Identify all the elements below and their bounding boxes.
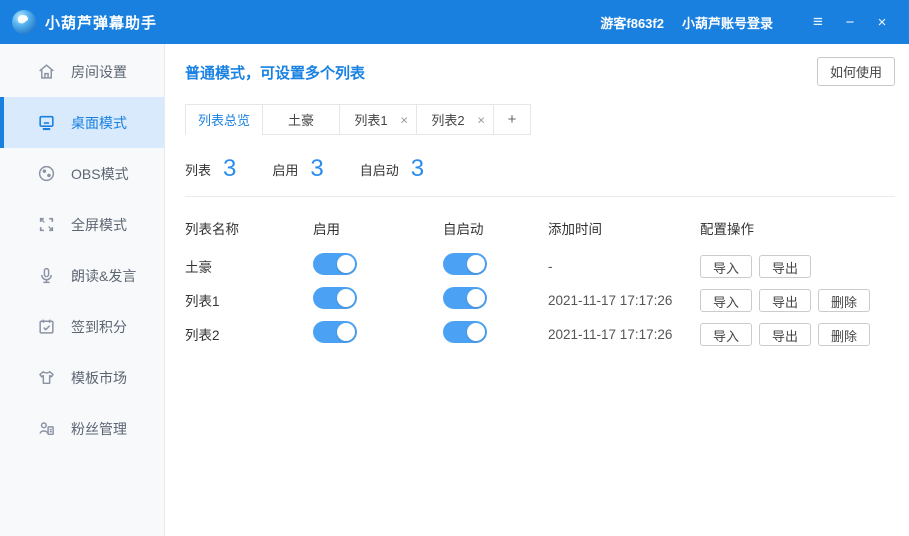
sidebar-item-read-speak[interactable]: 朗读&发言 bbox=[0, 250, 164, 301]
stat-value: 3 bbox=[411, 155, 424, 183]
tab-add-button[interactable]: + bbox=[493, 104, 531, 135]
lists-table: 列表名称 启用 自启动 添加时间 配置操作 土豪 - 导入 导出 bbox=[185, 213, 899, 351]
tab-label: 列表总览 bbox=[198, 110, 250, 129]
content-header: 普通模式，可设置多个列表 如何使用 bbox=[185, 57, 899, 99]
titlebar: 小葫芦弹幕助手 游客f863f2 小葫芦账号登录 ≡ − × bbox=[0, 0, 909, 44]
sidebar-item-checkin-points[interactable]: 签到积分 bbox=[0, 301, 164, 352]
stat-value: 3 bbox=[223, 155, 236, 183]
import-button[interactable]: 导入 bbox=[700, 289, 752, 312]
fans-icon bbox=[37, 419, 56, 438]
added-time: - bbox=[548, 259, 700, 274]
col-header-actions: 配置操作 bbox=[700, 218, 899, 238]
sidebar-item-room-settings[interactable]: 房间设置 bbox=[0, 46, 164, 97]
divider bbox=[185, 196, 895, 197]
added-time: 2021-11-17 17:17:26 bbox=[548, 293, 700, 308]
tab-close-icon[interactable]: × bbox=[400, 113, 408, 126]
add-icon: + bbox=[508, 111, 517, 128]
close-icon[interactable]: × bbox=[869, 9, 895, 35]
autostart-toggle[interactable] bbox=[443, 287, 487, 309]
minimize-icon[interactable]: − bbox=[837, 9, 863, 35]
export-button[interactable]: 导出 bbox=[759, 323, 811, 346]
stats-row: 列表 3 启用 3 自启动 3 bbox=[185, 153, 899, 185]
sidebar-item-template-market[interactable]: 模板市场 bbox=[0, 352, 164, 403]
table-row: 列表2 2021-11-17 17:17:26 导入 导出 删除 bbox=[185, 317, 899, 351]
sidebar-item-label: 全屏模式 bbox=[71, 215, 127, 235]
tab-label: 土豪 bbox=[288, 110, 314, 129]
col-header-autostart: 自启动 bbox=[443, 218, 548, 238]
sidebar-item-obs-mode[interactable]: OBS模式 bbox=[0, 148, 164, 199]
list-name: 列表1 bbox=[185, 290, 313, 310]
tab-label: 列表1 bbox=[354, 110, 387, 129]
col-header-added-time: 添加时间 bbox=[548, 218, 700, 238]
desktop-icon bbox=[37, 113, 56, 132]
home-icon bbox=[37, 62, 56, 81]
app-title: 小葫芦弹幕助手 bbox=[45, 12, 157, 33]
table-row: 列表1 2021-11-17 17:17:26 导入 导出 删除 bbox=[185, 283, 899, 317]
tab-list-overview[interactable]: 列表总览 bbox=[185, 104, 263, 135]
tab-tuhao[interactable]: 土豪 bbox=[262, 104, 340, 135]
tab-list1[interactable]: 列表1 × bbox=[339, 104, 417, 135]
table-header-row: 列表名称 启用 自启动 添加时间 配置操作 bbox=[185, 213, 899, 243]
sidebar-item-label: OBS模式 bbox=[71, 164, 129, 184]
list-name: 列表2 bbox=[185, 324, 313, 344]
table-row: 土豪 - 导入 导出 bbox=[185, 249, 899, 283]
tshirt-icon bbox=[37, 368, 56, 387]
guest-account-label: 游客f863f2 bbox=[600, 13, 664, 32]
app-logo-icon bbox=[12, 10, 36, 34]
app-window: 小葫芦弹幕助手 游客f863f2 小葫芦账号登录 ≡ − × 房间设置 桌面模式 bbox=[0, 0, 909, 536]
sidebar-item-label: 房间设置 bbox=[71, 62, 127, 82]
sidebar-item-label: 签到积分 bbox=[71, 317, 127, 337]
import-button[interactable]: 导入 bbox=[700, 255, 752, 278]
tab-close-icon[interactable]: × bbox=[477, 113, 485, 126]
how-to-use-button[interactable]: 如何使用 bbox=[817, 57, 895, 86]
tab-bar: 列表总览 土豪 列表1 × 列表2 × + bbox=[185, 104, 899, 135]
sidebar: 房间设置 桌面模式 OBS模式 全屏模式 bbox=[0, 44, 165, 536]
col-header-name: 列表名称 bbox=[185, 218, 313, 238]
page-title: 普通模式，可设置多个列表 bbox=[185, 57, 365, 83]
sidebar-item-label: 粉丝管理 bbox=[71, 419, 127, 439]
stat-label: 自启动 bbox=[360, 160, 399, 179]
stat-lists: 列表 3 bbox=[185, 155, 236, 183]
tab-label: 列表2 bbox=[431, 110, 464, 129]
calendar-check-icon bbox=[37, 317, 56, 336]
sidebar-item-label: 朗读&发言 bbox=[71, 266, 136, 286]
delete-button[interactable]: 删除 bbox=[818, 323, 870, 346]
menu-icon[interactable]: ≡ bbox=[805, 9, 831, 35]
added-time: 2021-11-17 17:17:26 bbox=[548, 327, 700, 342]
sidebar-item-fullscreen-mode[interactable]: 全屏模式 bbox=[0, 199, 164, 250]
import-button[interactable]: 导入 bbox=[700, 323, 752, 346]
stat-value: 3 bbox=[310, 155, 323, 183]
sidebar-item-label: 桌面模式 bbox=[71, 113, 127, 133]
obs-icon bbox=[37, 164, 56, 183]
autostart-toggle[interactable] bbox=[443, 321, 487, 343]
stat-enabled: 启用 3 bbox=[272, 155, 323, 183]
autostart-toggle[interactable] bbox=[443, 253, 487, 275]
mic-icon bbox=[37, 266, 56, 285]
enabled-toggle[interactable] bbox=[313, 287, 357, 309]
export-button[interactable]: 导出 bbox=[759, 289, 811, 312]
stat-label: 列表 bbox=[185, 160, 211, 179]
list-name: 土豪 bbox=[185, 256, 313, 276]
sidebar-item-label: 模板市场 bbox=[71, 368, 127, 388]
sidebar-item-fans-management[interactable]: 粉丝管理 bbox=[0, 403, 164, 454]
account-login-link[interactable]: 小葫芦账号登录 bbox=[682, 13, 773, 32]
tab-list2[interactable]: 列表2 × bbox=[416, 104, 494, 135]
delete-button[interactable]: 删除 bbox=[818, 289, 870, 312]
stat-label: 启用 bbox=[272, 160, 298, 179]
export-button[interactable]: 导出 bbox=[759, 255, 811, 278]
enabled-toggle[interactable] bbox=[313, 253, 357, 275]
stat-autostart: 自启动 3 bbox=[360, 155, 424, 183]
fullscreen-icon bbox=[37, 215, 56, 234]
main-content: 普通模式，可设置多个列表 如何使用 列表总览 土豪 列表1 × 列表2 × bbox=[165, 44, 909, 536]
enabled-toggle[interactable] bbox=[313, 321, 357, 343]
sidebar-item-desktop-mode[interactable]: 桌面模式 bbox=[0, 97, 164, 148]
col-header-enabled: 启用 bbox=[313, 218, 443, 238]
